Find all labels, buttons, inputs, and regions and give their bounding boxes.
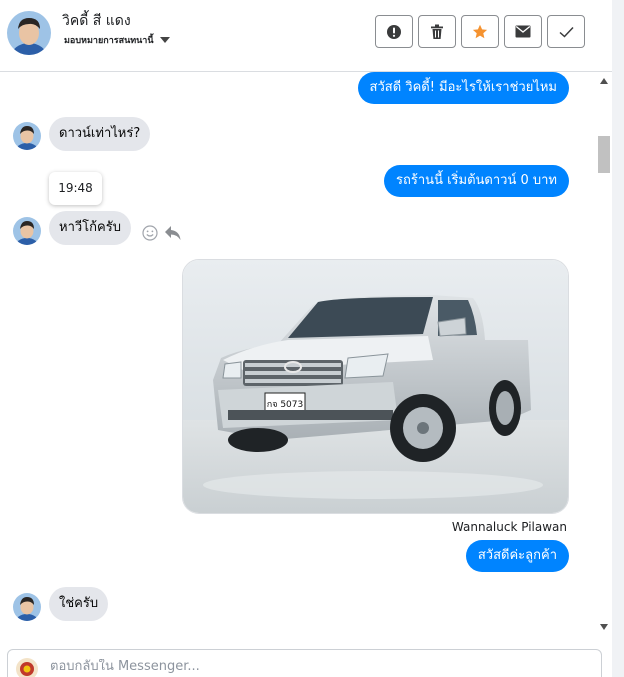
outgoing-message[interactable]: สวัสดีค่ะลูกค้า (465, 540, 569, 572)
license-plate: กจ 5073 (267, 400, 304, 410)
mark-done-button[interactable] (547, 15, 585, 48)
incoming-message[interactable]: ใช่ครับ (49, 587, 109, 621)
scroll-up-arrow-icon[interactable] (600, 78, 608, 84)
timestamp-tooltip: 19:48 (49, 172, 102, 205)
reply-input[interactable] (50, 659, 570, 674)
contact-name[interactable]: วิคดี้ สี แดง (62, 10, 131, 32)
reply-composer (7, 649, 602, 677)
incoming-message[interactable]: ดาวน์เท่าไหร่? (49, 117, 151, 151)
envelope-icon (515, 25, 531, 38)
page-avatar (16, 658, 38, 677)
caret-down-icon (159, 37, 170, 43)
trash-icon (431, 24, 443, 39)
contact-avatar[interactable] (7, 11, 51, 55)
header-actions (375, 15, 585, 48)
mark-unread-button[interactable] (504, 15, 542, 48)
sender-name: Wannaluck Pilawan (451, 520, 567, 534)
star-button[interactable] (461, 15, 499, 48)
assign-label: มอบหมายการสนทนานี้ (64, 36, 154, 46)
delete-button[interactable] (418, 15, 456, 48)
outgoing-message[interactable]: สวัสดี วิคดี้! มีอะไรให้เราช่วยไหม (357, 72, 569, 104)
assign-conversation-dropdown[interactable]: มอบหมายการสนทนานี้ (64, 33, 170, 47)
reply-icon[interactable] (164, 225, 182, 241)
message-actions (142, 225, 182, 241)
conversation-header: วิคดี้ สี แดง มอบหมายการสนทนานี้ (0, 0, 612, 72)
scroll-down-arrow-icon[interactable] (600, 624, 608, 630)
contact-avatar-small (13, 122, 41, 150)
contact-avatar-small (13, 593, 41, 621)
incoming-message[interactable]: หาวีโก้ครับ (49, 211, 131, 245)
messenger-chat-window: วิคดี้ สี แดง มอบหมายการสนทนานี้ สวัสดี … (0, 0, 624, 677)
contact-avatar-small (13, 217, 41, 245)
exclamation-icon (387, 24, 401, 39)
checkmark-icon (559, 26, 574, 38)
mark-spam-button[interactable] (375, 15, 413, 48)
star-icon (472, 24, 488, 38)
outgoing-message[interactable]: รถร้านนี้ เริ่มต้นดาวน์ 0 บาท (384, 165, 569, 197)
smiley-icon[interactable] (142, 225, 158, 241)
car-photo-attachment[interactable]: กจ 5073 (182, 259, 569, 514)
scrollbar-thumb[interactable] (598, 136, 610, 173)
window-edge (612, 0, 624, 677)
